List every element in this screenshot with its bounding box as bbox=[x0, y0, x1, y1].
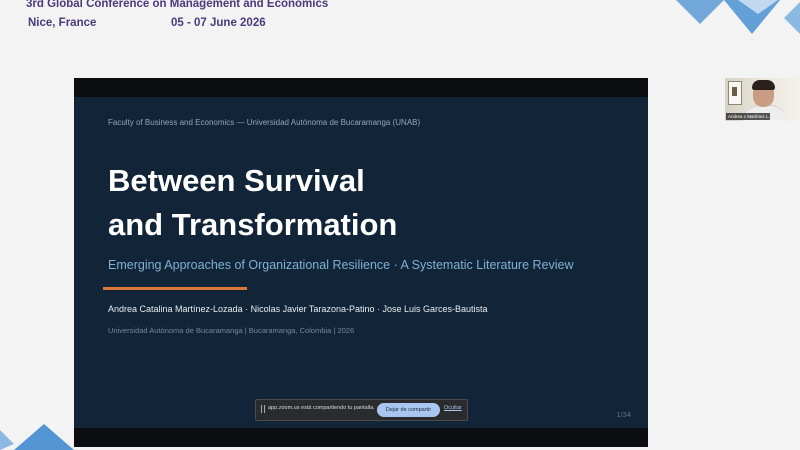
deco-diamond-top-right-4 bbox=[784, 2, 800, 34]
participant-video[interactable]: Andrea c Martínez L... bbox=[725, 78, 799, 121]
slide-faculty: Faculty of Business and Economics — Univ… bbox=[108, 118, 421, 127]
deco-diamond-bottom-left-1 bbox=[14, 424, 74, 450]
deco-diamond-bottom-left-2 bbox=[0, 430, 14, 450]
presentation-slide: Faculty of Business and Economics — Univ… bbox=[74, 97, 648, 428]
share-message: app.zoom.us está compartiendo tu pantall… bbox=[268, 405, 375, 411]
slide-title: Between Survival and Transformation bbox=[108, 159, 397, 247]
screen-share-bar: app.zoom.us está compartiendo tu pantall… bbox=[255, 399, 468, 421]
deco-diamond-top-right-1 bbox=[676, 0, 724, 24]
pause-icon[interactable] bbox=[261, 405, 265, 413]
hide-link[interactable]: Ocultar bbox=[444, 405, 462, 411]
slide-divider bbox=[103, 287, 247, 290]
slide-page-number: 1/34 bbox=[616, 410, 631, 419]
wall-frame bbox=[728, 81, 742, 105]
slide-authors: Andrea Catalina Martínez-Lozada · Nicola… bbox=[108, 304, 488, 314]
slide-affiliation: Universidad Autónoma de Bucaramanga | Bu… bbox=[108, 326, 355, 335]
stop-sharing-button[interactable]: Dejar de compartir bbox=[377, 403, 440, 417]
participant-hair bbox=[752, 80, 775, 90]
slide-title-line1: Between Survival bbox=[108, 163, 365, 198]
slide-title-line2: and Transformation bbox=[108, 207, 398, 242]
participant-name: Andrea c Martínez L... bbox=[726, 113, 770, 120]
slide-subtitle: Emerging Approaches of Organizational Re… bbox=[108, 258, 574, 272]
